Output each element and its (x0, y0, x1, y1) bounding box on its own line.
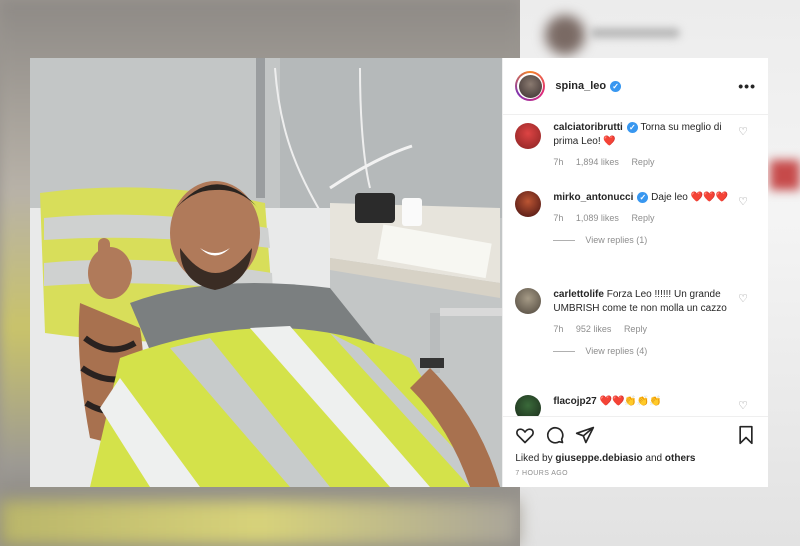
comment-item: mirko_antonucci ✓ Daje leo ❤️❤️❤️ 7h 1,08… (503, 191, 768, 245)
instagram-post: spina_leo ✓ ••• calciatoribrutti ✓ Torna s… (30, 58, 768, 487)
comment-meta: 7h 952 likes Reply (553, 324, 647, 334)
hospital-photo-illustration (30, 58, 503, 487)
more-options-icon[interactable]: ••• (738, 78, 756, 94)
action-icons (515, 417, 756, 453)
bookmark-icon[interactable] (736, 425, 756, 445)
reply-button[interactable]: Reply (631, 157, 654, 167)
comment-likes[interactable]: 1,894 likes (576, 157, 619, 167)
commenter-username[interactable]: calciatoribrutti (553, 122, 622, 133)
liked-by-user[interactable]: giuseppe.debiasio (555, 453, 642, 464)
comment-item: carlettolife Forza Leo !!!!!! Un grande … (503, 288, 768, 356)
comments-list: calciatoribrutti ✓ Torna su meglio di pri… (503, 115, 768, 416)
heart-outline-icon[interactable]: ♡ (738, 292, 748, 305)
view-replies-button[interactable]: View replies (1) (553, 235, 738, 245)
verified-icon: ✓ (626, 121, 638, 133)
share-icon[interactable] (575, 425, 595, 445)
comment-likes[interactable]: 952 likes (576, 324, 612, 334)
post-sidebar: spina_leo ✓ ••• calciatoribrutti ✓ Torna s… (502, 58, 768, 487)
owner-avatar[interactable] (515, 71, 546, 101)
verified-icon: ✓ (610, 80, 622, 92)
commenter-username[interactable]: flacojp27 (553, 396, 596, 407)
commenter-avatar[interactable] (515, 395, 542, 416)
view-replies-button[interactable]: View replies (4) (553, 346, 738, 356)
verified-icon: ✓ (637, 191, 649, 203)
commenter-username[interactable]: mirko_antonucci (553, 192, 633, 203)
heart-outline-icon[interactable]: ♡ (738, 125, 748, 138)
post-actions: Liked by giuseppe.debiasio and others 7 … (503, 416, 768, 487)
comment-meta: 7h 1,894 likes Reply (553, 157, 655, 167)
post-header: spina_leo ✓ ••• (503, 58, 768, 115)
commenter-avatar[interactable] (515, 191, 542, 217)
comment-item: calciatoribrutti ✓ Torna su meglio di pri… (503, 121, 768, 167)
reply-button[interactable]: Reply (631, 213, 654, 223)
heart-outline-icon[interactable]: ♡ (738, 399, 748, 412)
comment-item: flacojp27 ❤️❤️👏👏👏 ♡ (503, 395, 768, 416)
commenter-avatar[interactable] (515, 123, 542, 149)
reply-button[interactable]: Reply (624, 324, 647, 334)
commenter-username[interactable]: carlettolife (553, 289, 604, 300)
liked-by-others[interactable]: others (665, 453, 696, 464)
owner-username[interactable]: spina_leo ✓ (555, 80, 622, 92)
comment-text: carlettolife Forza Leo !!!!!! Un grande … (553, 289, 727, 314)
comment-text: flacojp27 ❤️❤️👏👏👏 (553, 396, 662, 407)
comment-text: mirko_antonucci ✓ Daje leo ❤️❤️❤️ (553, 191, 729, 203)
post-photo[interactable] (30, 58, 503, 487)
comment-likes[interactable]: 1,089 likes (576, 213, 619, 223)
liked-by: Liked by giuseppe.debiasio and others (515, 453, 696, 464)
commenter-avatar[interactable] (515, 288, 542, 314)
comment-icon[interactable] (545, 425, 565, 445)
comment-meta: 7h 1,089 likes Reply (553, 213, 655, 223)
post-timestamp: 7 HOURS AGO (515, 470, 568, 477)
heart-outline-icon[interactable]: ♡ (738, 195, 748, 208)
heart-outline-icon[interactable] (515, 425, 535, 445)
comment-text: calciatoribrutti ✓ Torna su meglio di pri… (553, 121, 722, 147)
